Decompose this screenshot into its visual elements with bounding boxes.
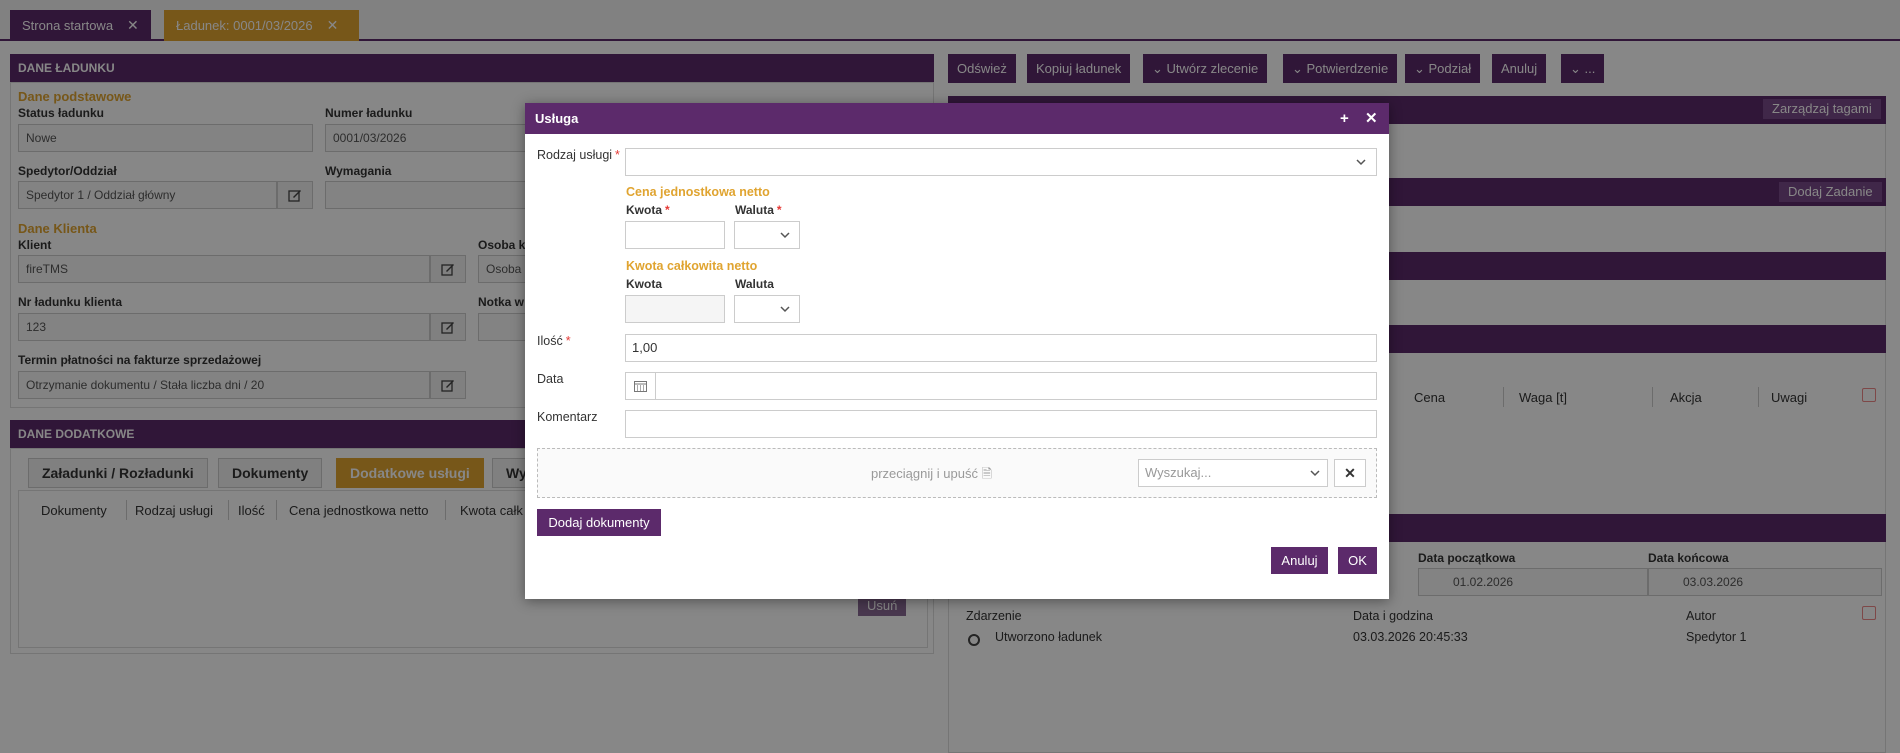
chevron-down-icon xyxy=(1356,159,1366,166)
maximize-icon[interactable]: + xyxy=(1340,103,1349,134)
total-section-title: Kwota całkowita netto xyxy=(626,259,758,273)
chevron-down-icon xyxy=(780,306,790,313)
unit-amount-label: Kwota * xyxy=(626,203,670,217)
file-icon: 🗎 xyxy=(981,466,993,481)
close-icon[interactable]: ✕ xyxy=(1365,103,1378,134)
dialog-header: Usługa + ✕ xyxy=(525,103,1389,134)
dropzone[interactable]: przeciągnij i upuść 🗎 Wyszukaj... ✕ xyxy=(537,448,1377,498)
chevron-down-icon xyxy=(780,232,790,239)
unit-currency-label: Waluta * xyxy=(735,203,782,217)
required-marker: * xyxy=(615,148,620,162)
clear-icon[interactable]: ✕ xyxy=(1334,459,1366,487)
total-amount-input xyxy=(625,295,725,323)
chevron-down-icon xyxy=(1310,470,1320,477)
unit-currency-select[interactable] xyxy=(734,221,800,249)
add-documents-button[interactable]: Dodaj dokumenty xyxy=(537,509,661,536)
service-type-select[interactable] xyxy=(625,148,1377,176)
date-input[interactable] xyxy=(625,372,1377,400)
ok-button[interactable]: OK xyxy=(1338,547,1377,574)
required-marker: * xyxy=(565,334,571,348)
dropzone-text: przeciągnij i upuść 🗎 xyxy=(871,466,993,481)
document-search-input[interactable]: Wyszukaj... xyxy=(1138,459,1328,487)
cancel-button[interactable]: Anuluj xyxy=(1271,547,1328,574)
quantity-label: Ilość * xyxy=(537,334,571,348)
required-marker: * xyxy=(776,203,782,217)
date-label: Data xyxy=(537,372,564,386)
quantity-input[interactable]: 1,00 xyxy=(625,334,1377,362)
service-dialog: Usługa + ✕ Rodzaj usługi * Cena jednostko… xyxy=(525,103,1389,599)
unit-amount-input[interactable] xyxy=(625,221,725,249)
required-marker: * xyxy=(665,203,670,217)
service-type-label: Rodzaj usługi * xyxy=(537,148,620,162)
total-currency-select xyxy=(734,295,800,323)
comment-input[interactable] xyxy=(625,410,1377,438)
dialog-title: Usługa xyxy=(535,111,579,126)
unit-price-section-title: Cena jednostkowa netto xyxy=(626,185,770,199)
total-amount-label: Kwota xyxy=(626,277,662,291)
total-currency-label: Waluta xyxy=(735,277,774,291)
calendar-icon[interactable] xyxy=(626,373,656,399)
comment-label: Komentarz xyxy=(537,410,598,424)
